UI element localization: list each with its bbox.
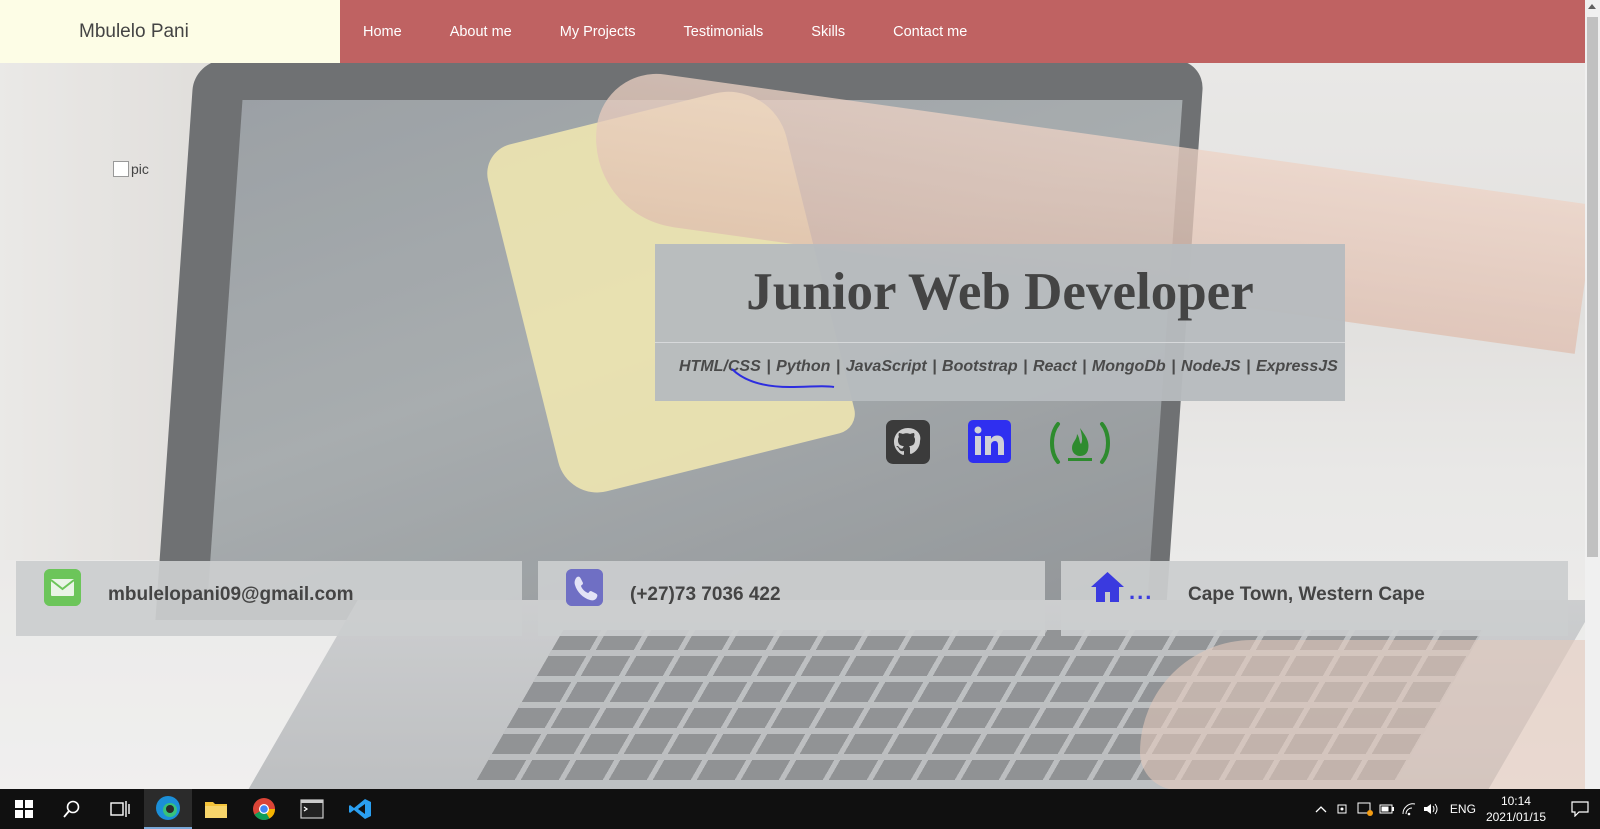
phone-icon (566, 569, 603, 606)
edge-icon[interactable] (144, 789, 192, 829)
contact-phone[interactable]: (+27)73 7036 422 (630, 584, 781, 606)
contact-email-box: mbulelopani09@gmail.com (16, 561, 522, 636)
contact-phone-box: (+27)73 7036 422 (538, 561, 1045, 636)
file-explorer-icon[interactable] (192, 789, 240, 829)
brand-name[interactable]: Mbulelo Pani (0, 0, 340, 63)
email-icon (44, 569, 81, 606)
windows-taskbar: ENG 10:14 2021/01/15 (0, 789, 1600, 829)
nav-link-home[interactable]: Home (363, 24, 402, 40)
wifi-icon[interactable] (1398, 789, 1420, 829)
windows-start-icon[interactable] (0, 789, 48, 829)
vscode-icon[interactable] (336, 789, 384, 829)
location-ellipsis: ... (1129, 579, 1154, 604)
clock-date: 2021/01/15 (1485, 810, 1546, 824)
nav-link-projects[interactable]: My Projects (560, 24, 636, 40)
nav-link-contact[interactable]: Contact me (893, 24, 967, 40)
system-tray: ENG 10:14 2021/01/15 (1310, 789, 1600, 829)
battery-icon[interactable] (1376, 789, 1398, 829)
profile-image: pic (113, 161, 149, 177)
profile-image-alt: pic (131, 161, 149, 177)
broken-image-icon (113, 161, 129, 177)
nav-link-skills[interactable]: Skills (811, 24, 845, 40)
home-icon (1091, 572, 1124, 602)
page-scrollbar[interactable] (1585, 0, 1600, 789)
github-icon[interactable] (886, 420, 930, 464)
nav-menu: Home About me My Projects Testimonials S… (340, 0, 1585, 63)
pen-scribble (731, 368, 835, 389)
freecodecamp-icon[interactable] (1046, 420, 1114, 466)
clock-time: 10:14 (1500, 794, 1531, 808)
contact-email[interactable]: mbulelopani09@gmail.com (108, 584, 354, 606)
nav-link-about[interactable]: About me (450, 24, 512, 40)
taskbar-clock[interactable]: 10:14 2021/01/15 (1486, 793, 1546, 825)
hero-title: Junior Web Developer (655, 244, 1345, 343)
task-view-icon[interactable] (96, 789, 144, 829)
meet-now-icon[interactable] (1332, 789, 1354, 829)
top-navbar: Mbulelo Pani Home About me My Projects T… (0, 0, 1585, 63)
scroll-up-arrow-icon[interactable] (1588, 4, 1596, 9)
chrome-icon[interactable] (240, 789, 288, 829)
search-icon[interactable] (48, 789, 96, 829)
linkedin-icon[interactable] (968, 420, 1011, 463)
volume-icon[interactable] (1420, 789, 1442, 829)
scrollbar-thumb[interactable] (1587, 17, 1598, 557)
contact-location-box: ... Cape Town, Western Cape (1061, 561, 1568, 636)
terminal-icon[interactable] (288, 789, 336, 829)
security-notification-icon[interactable] (1354, 789, 1376, 829)
tray-chevron-up-icon[interactable] (1310, 789, 1332, 829)
nav-link-testimonials[interactable]: Testimonials (684, 24, 764, 40)
action-center-icon[interactable] (1560, 789, 1600, 829)
contact-location: Cape Town, Western Cape (1188, 584, 1425, 605)
input-language[interactable]: ENG (1450, 802, 1476, 816)
